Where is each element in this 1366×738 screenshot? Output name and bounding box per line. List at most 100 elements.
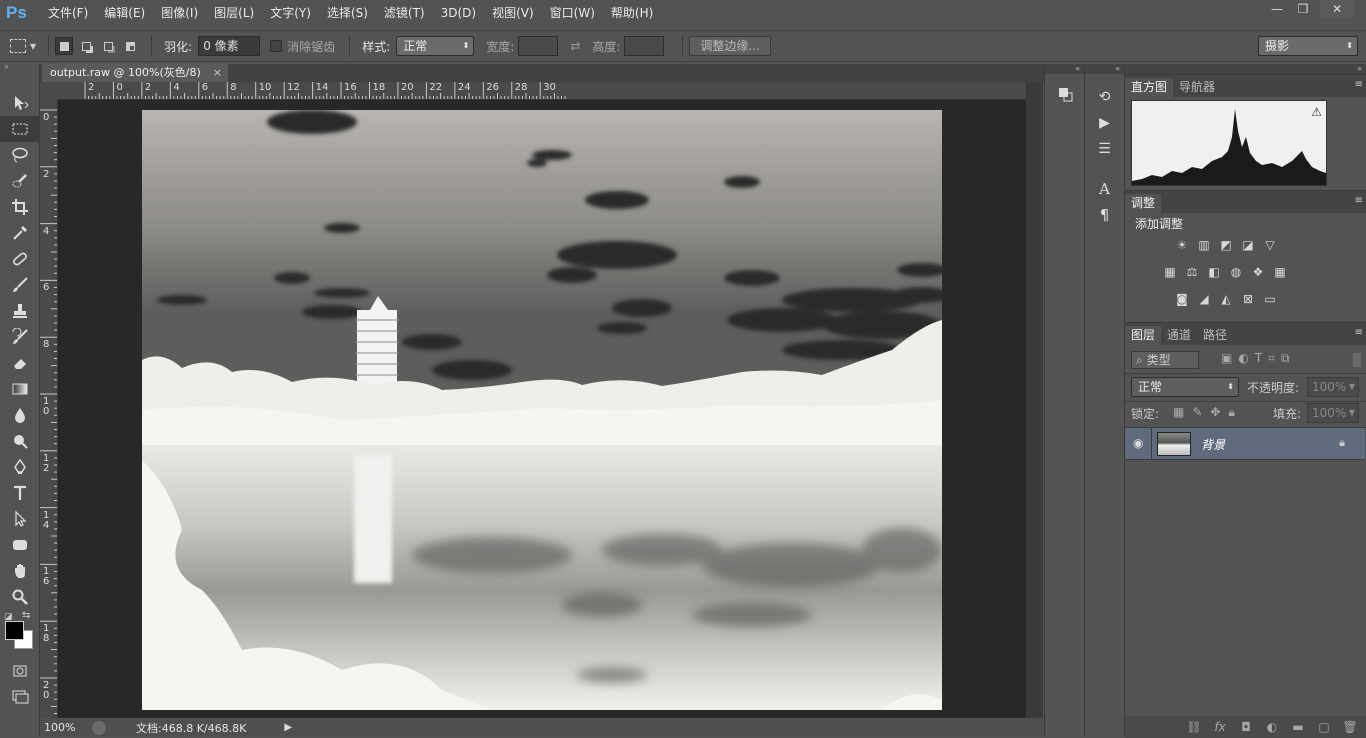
clone-stamp-tool[interactable] xyxy=(0,298,40,324)
menu-filter[interactable]: 滤镜(T) xyxy=(376,0,433,26)
eraser-tool[interactable] xyxy=(0,350,40,376)
color-lookup-icon[interactable]: ▦ xyxy=(1271,264,1289,280)
menu-view[interactable]: 视图(V) xyxy=(484,0,542,26)
actions-panel-button[interactable]: ▶ xyxy=(1085,110,1124,136)
add-selection-button[interactable] xyxy=(77,37,95,55)
restore-button[interactable]: ❐ xyxy=(1286,0,1320,18)
selective-color-icon[interactable]: ⊠ xyxy=(1239,291,1257,307)
swap-colors-icon[interactable]: ⇆ xyxy=(22,610,30,621)
filter-pixel-icon[interactable]: ▣ xyxy=(1221,351,1232,366)
antialias-checkbox[interactable] xyxy=(270,40,283,52)
panel-menu-icon[interactable]: ≡ xyxy=(1355,327,1363,338)
3d-panel-button[interactable] xyxy=(1045,74,1084,114)
hue-saturation-icon[interactable]: ▦ xyxy=(1161,264,1179,280)
style-select[interactable]: 正常 ⬍ xyxy=(396,36,475,56)
zoom-level[interactable]: 100% xyxy=(44,721,92,734)
new-group-icon[interactable]: ▬ xyxy=(1285,720,1311,734)
lasso-tool[interactable] xyxy=(0,142,40,168)
new-selection-button[interactable] xyxy=(55,37,74,55)
panel-menu-icon[interactable]: ≡ xyxy=(1355,195,1363,206)
tab-layers[interactable]: 图层 xyxy=(1125,326,1162,345)
history-panel-button[interactable]: ⟲ xyxy=(1085,84,1124,110)
rectangle-tool[interactable] xyxy=(0,532,40,558)
screen-mode-button[interactable] xyxy=(0,684,40,710)
add-mask-icon[interactable]: ◘ xyxy=(1233,720,1259,734)
ruler-origin[interactable] xyxy=(40,82,58,100)
filter-type-icon[interactable]: T xyxy=(1255,351,1262,366)
brightness-contrast-icon[interactable]: ☀ xyxy=(1173,237,1191,253)
gradient-map-icon[interactable]: ▭ xyxy=(1261,291,1279,307)
cache-warning-icon[interactable]: ⚠ xyxy=(1311,105,1322,119)
menu-edit[interactable]: 编辑(E) xyxy=(96,0,153,26)
menu-select[interactable]: 选择(S) xyxy=(319,0,376,26)
curves-icon[interactable]: ◩ xyxy=(1217,237,1235,253)
threshold-icon[interactable]: ◭ xyxy=(1217,291,1235,307)
hand-tool[interactable] xyxy=(0,558,40,584)
trash-icon[interactable]: 🗑︎ xyxy=(1337,720,1363,734)
subtract-selection-button[interactable] xyxy=(99,37,117,55)
filter-adjustment-icon[interactable]: ◐ xyxy=(1238,351,1248,366)
black-white-icon[interactable]: ◧ xyxy=(1205,264,1223,280)
close-tab-icon[interactable]: × xyxy=(213,64,222,82)
swap-icon[interactable]: ⇄ xyxy=(570,39,580,53)
channel-mixer-icon[interactable]: ❖ xyxy=(1249,264,1267,280)
foreground-color[interactable] xyxy=(5,621,24,640)
history-brush-tool[interactable] xyxy=(0,324,40,350)
filter-smart-object-icon[interactable]: ⧉ xyxy=(1281,351,1290,366)
posterize-icon[interactable]: ◢ xyxy=(1195,291,1213,307)
width-input[interactable] xyxy=(518,36,559,56)
rectangular-marquee-tool[interactable] xyxy=(0,116,40,142)
zoom-tool[interactable] xyxy=(0,584,40,610)
fx-icon[interactable]: fx xyxy=(1207,720,1233,734)
lock-pixels-icon[interactable]: ✎ xyxy=(1192,405,1202,420)
menu-layer[interactable]: 图层(L) xyxy=(206,0,262,26)
document-image[interactable] xyxy=(142,110,942,710)
vibrance-icon[interactable]: ▽ xyxy=(1261,237,1279,253)
layer-filter-select[interactable]: ⌕ 类型 xyxy=(1131,351,1199,369)
photo-filter-icon[interactable]: ◍ xyxy=(1227,264,1245,280)
eyedropper-tool[interactable] xyxy=(0,220,40,246)
menu-help[interactable]: 帮助(H) xyxy=(603,0,661,26)
menu-image[interactable]: 图像(I) xyxy=(153,0,206,26)
layer-row[interactable]: ◉ 背景 🔒︎ xyxy=(1125,428,1365,460)
refine-edge-button[interactable]: 调整边缘... xyxy=(689,36,771,56)
move-tool[interactable] xyxy=(0,90,40,116)
chevron-down-icon[interactable]: ▼ xyxy=(30,42,36,51)
menu-3d[interactable]: 3D(D) xyxy=(433,0,484,26)
panel-menu-icon[interactable]: ≡ xyxy=(1355,79,1363,90)
dodge-tool[interactable] xyxy=(0,428,40,454)
fill-input[interactable]: 100% ▼ xyxy=(1307,403,1359,423)
paragraph-panel-button[interactable]: ¶ xyxy=(1085,202,1124,228)
quick-selection-tool[interactable] xyxy=(0,168,40,194)
vertical-ruler[interactable]: 02468101214161820 xyxy=(40,100,58,718)
tab-histogram[interactable]: 直方图 xyxy=(1125,78,1174,97)
menu-type[interactable]: 文字(Y) xyxy=(262,0,319,26)
pen-tool[interactable] xyxy=(0,454,40,480)
document-tab[interactable]: output.raw @ 100%(灰色/8) × xyxy=(42,64,228,82)
new-layer-icon[interactable]: ▢ xyxy=(1311,720,1337,734)
height-input[interactable] xyxy=(624,36,665,56)
filter-shape-icon[interactable]: ⌗ xyxy=(1268,351,1275,366)
invert-icon[interactable]: ◙ xyxy=(1173,291,1191,307)
brush-tool[interactable] xyxy=(0,272,40,298)
tab-paths[interactable]: 路径 xyxy=(1197,326,1233,345)
opacity-input[interactable]: 100% ▼ xyxy=(1307,377,1359,397)
menu-window[interactable]: 窗口(W) xyxy=(542,0,603,26)
eye-icon[interactable]: ◉ xyxy=(1133,436,1143,450)
spot-healing-tool[interactable] xyxy=(0,246,40,272)
path-selection-tool[interactable] xyxy=(0,506,40,532)
blend-mode-select[interactable]: 正常 ⬍ xyxy=(1131,377,1239,397)
tab-channels[interactable]: 通道 xyxy=(1161,326,1197,345)
workspace-select[interactable]: 摄影 ⬍ xyxy=(1258,36,1358,56)
menu-file[interactable]: 文件(F) xyxy=(40,0,96,26)
quick-mask-button[interactable] xyxy=(0,658,40,684)
vertical-scrollbar[interactable] xyxy=(1026,82,1043,718)
intersect-selection-button[interactable] xyxy=(121,37,139,55)
blur-tool[interactable] xyxy=(0,402,40,428)
tab-adjustments[interactable]: 调整 xyxy=(1125,194,1162,213)
collapse-icon[interactable]: « xyxy=(1045,64,1084,74)
lock-transparent-icon[interactable]: ▦ xyxy=(1173,405,1184,420)
feather-input[interactable]: 0 像素 xyxy=(198,36,261,56)
tool-presets-button[interactable]: ☰ xyxy=(1085,136,1124,162)
status-menu-icon[interactable] xyxy=(92,720,106,735)
